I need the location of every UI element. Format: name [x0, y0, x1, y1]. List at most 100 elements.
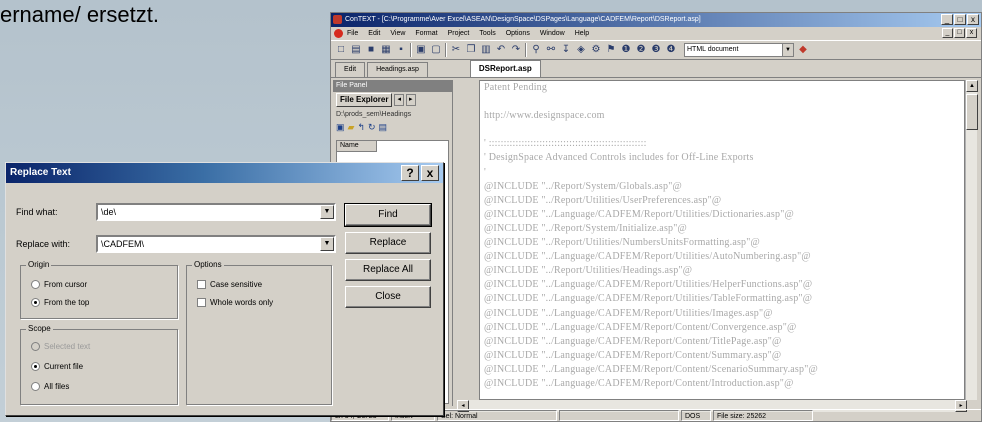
paste-icon[interactable]: ▥	[480, 44, 492, 56]
replace-history-chevron-down-icon[interactable]: ▼	[320, 237, 334, 251]
replace-all-button[interactable]: Replace All	[345, 259, 431, 281]
minimize-button[interactable]: _	[941, 14, 953, 25]
radio-from-top[interactable]	[31, 298, 40, 307]
goto-line-icon[interactable]: ↧	[560, 44, 572, 56]
mdi-maximize-button[interactable]: □	[954, 28, 965, 38]
find-button[interactable]: Find	[344, 203, 432, 227]
find-icon[interactable]: ⚲	[530, 44, 542, 56]
code-line[interactable]: @INCLUDE "../Report/Utilities/UserPrefer…	[480, 194, 964, 208]
scroll-up-icon[interactable]: ▲	[966, 80, 978, 92]
code-line[interactable]: @INCLUDE "../Report/Utilities/Headings.a…	[480, 264, 964, 278]
name-column-header[interactable]: Name	[337, 141, 377, 152]
window-titlebar[interactable]: ConTEXT - [C:\Programme\Aver Excel\ASEAN…	[331, 13, 981, 27]
menu-options[interactable]: Options	[506, 30, 530, 37]
tab-edit[interactable]: Edit	[335, 62, 366, 77]
code-line[interactable]: @INCLUDE "../Language/CADFEM/Report/Cont…	[480, 363, 964, 377]
code-line[interactable]: '	[480, 166, 964, 180]
save-all-icon[interactable]: ▦	[380, 44, 392, 56]
bookmark-icon[interactable]: ◈	[575, 44, 587, 56]
maximize-button[interactable]: □	[954, 14, 966, 25]
tab-headings[interactable]: Headings.asp	[367, 62, 428, 77]
file-panel-path[interactable]: D:\prods_sem\Headings	[333, 108, 452, 122]
code-line[interactable]: Patent Pending	[480, 81, 964, 95]
code-line[interactable]: @INCLUDE "../Language/CADFEM/Report/Cont…	[480, 335, 964, 349]
code-line[interactable]	[480, 95, 964, 109]
radio-from-cursor[interactable]	[31, 280, 40, 289]
print-icon[interactable]: ▣	[415, 44, 427, 56]
drive-icon[interactable]: ▣	[336, 122, 345, 136]
scroll-thumb[interactable]	[966, 94, 978, 130]
replace-input[interactable]: \CADFEM\ ▼	[96, 235, 336, 253]
menu-view[interactable]: View	[390, 30, 405, 37]
radio-current-file[interactable]	[31, 362, 40, 371]
replace-button[interactable]: Replace	[345, 232, 431, 254]
find-next-icon[interactable]: ⚯	[545, 44, 557, 56]
code-line[interactable]: @INCLUDE "../Language/CADFEM/Report/Util…	[480, 278, 964, 292]
f11-icon[interactable]: ❸	[650, 44, 662, 56]
mdi-minimize-button[interactable]: _	[942, 28, 953, 38]
scope-all-files-option[interactable]: All files	[31, 382, 69, 391]
checkbox-whole-words[interactable]	[197, 298, 206, 307]
mdi-close-button[interactable]: x	[966, 28, 977, 38]
code-line[interactable]: @INCLUDE "../Language/CADFEM/Report/Cont…	[480, 349, 964, 363]
redo-icon[interactable]: ↷	[510, 44, 522, 56]
close-button[interactable]: x	[967, 14, 979, 25]
origin-from-cursor-option[interactable]: From cursor	[31, 280, 87, 289]
menu-format[interactable]: Format	[415, 30, 437, 37]
code-editor[interactable]: Patent Pending http://www.designspace.com…	[479, 80, 965, 400]
refresh-icon[interactable]: ↻	[368, 122, 376, 136]
code-line[interactable]: http://www.designspace.com	[480, 109, 964, 123]
view-mode-icon[interactable]: ▤	[379, 122, 388, 136]
chevron-down-icon[interactable]: ▼	[782, 44, 793, 56]
whole-words-option[interactable]: Whole words only	[197, 298, 273, 307]
file-explorer-tab[interactable]: File Explorer	[336, 93, 393, 107]
tab-dsreport[interactable]: DSReport.asp	[469, 60, 541, 77]
f9-icon[interactable]: ❶	[620, 44, 632, 56]
code-line[interactable]: @INCLUDE "../Language/CADFEM/Report/Util…	[480, 307, 964, 321]
code-line[interactable]: @INCLUDE "../Report/Utilities/NumbersUni…	[480, 236, 964, 250]
find-history-chevron-down-icon[interactable]: ▼	[320, 205, 334, 219]
code-line[interactable]: @INCLUDE "../Language/CADFEM/Report/Util…	[480, 292, 964, 306]
find-input[interactable]: \de\ ▼	[96, 203, 336, 221]
save-icon[interactable]: ■	[365, 44, 377, 56]
up-folder-icon[interactable]: ↰	[357, 122, 365, 136]
folder-icon[interactable]: ▰	[348, 122, 355, 136]
case-sensitive-option[interactable]: Case sensitive	[197, 280, 262, 289]
menu-file[interactable]: File	[347, 30, 358, 37]
panel-next-icon[interactable]: ▸	[405, 94, 416, 106]
panel-prev-icon[interactable]: ◂	[394, 94, 404, 106]
code-line[interactable]: ' DesignSpace Advanced Controls includes…	[480, 151, 964, 165]
f10-icon[interactable]: ❷	[635, 44, 647, 56]
cut-icon[interactable]: ✂	[450, 44, 462, 56]
preview-icon[interactable]: ▢	[430, 44, 442, 56]
dialog-close-button[interactable]: x	[421, 165, 439, 181]
execute-icon[interactable]: ⚑	[605, 44, 617, 56]
menu-edit[interactable]: Edit	[368, 30, 380, 37]
undo-icon[interactable]: ↶	[495, 44, 507, 56]
code-line[interactable]: @INCLUDE "../Language/CADFEM/Report/Util…	[480, 250, 964, 264]
dialog-help-button[interactable]: ?	[401, 165, 419, 181]
new-file-icon[interactable]: □	[335, 44, 347, 56]
code-line[interactable]: @INCLUDE "../Report/System/Globals.asp"@	[480, 180, 964, 194]
menu-tools[interactable]: Tools	[479, 30, 495, 37]
close-file-icon[interactable]: ▪	[395, 44, 407, 56]
code-line[interactable]: @INCLUDE "../Language/CADFEM/Report/Util…	[480, 208, 964, 222]
vertical-scrollbar[interactable]: ▲	[965, 80, 978, 400]
origin-from-top-option[interactable]: From the top	[31, 298, 89, 307]
document-type-select[interactable]: HTML document ▼	[684, 43, 794, 57]
code-line[interactable]: @INCLUDE "../Language/CADFEM/Report/Cont…	[480, 377, 964, 391]
f12-icon[interactable]: ❹	[665, 44, 677, 56]
scope-current-file-option[interactable]: Current file	[31, 362, 83, 371]
code-line[interactable]	[480, 123, 964, 137]
code-line[interactable]: @INCLUDE "../Language/CADFEM/Report/Cont…	[480, 321, 964, 335]
dialog-titlebar[interactable]: Replace Text ? x	[6, 163, 443, 183]
menu-project[interactable]: Project	[448, 30, 470, 37]
menu-window[interactable]: Window	[540, 30, 565, 37]
checkbox-case-sensitive[interactable]	[197, 280, 206, 289]
close-dialog-button[interactable]: Close	[345, 286, 431, 308]
open-file-icon[interactable]: ▤	[350, 44, 362, 56]
copy-icon[interactable]: ❐	[465, 44, 477, 56]
code-line[interactable]: @INCLUDE "../Report/System/Initialize.as…	[480, 222, 964, 236]
radio-all-files[interactable]	[31, 382, 40, 391]
settings-icon[interactable]: ⚙	[590, 44, 602, 56]
